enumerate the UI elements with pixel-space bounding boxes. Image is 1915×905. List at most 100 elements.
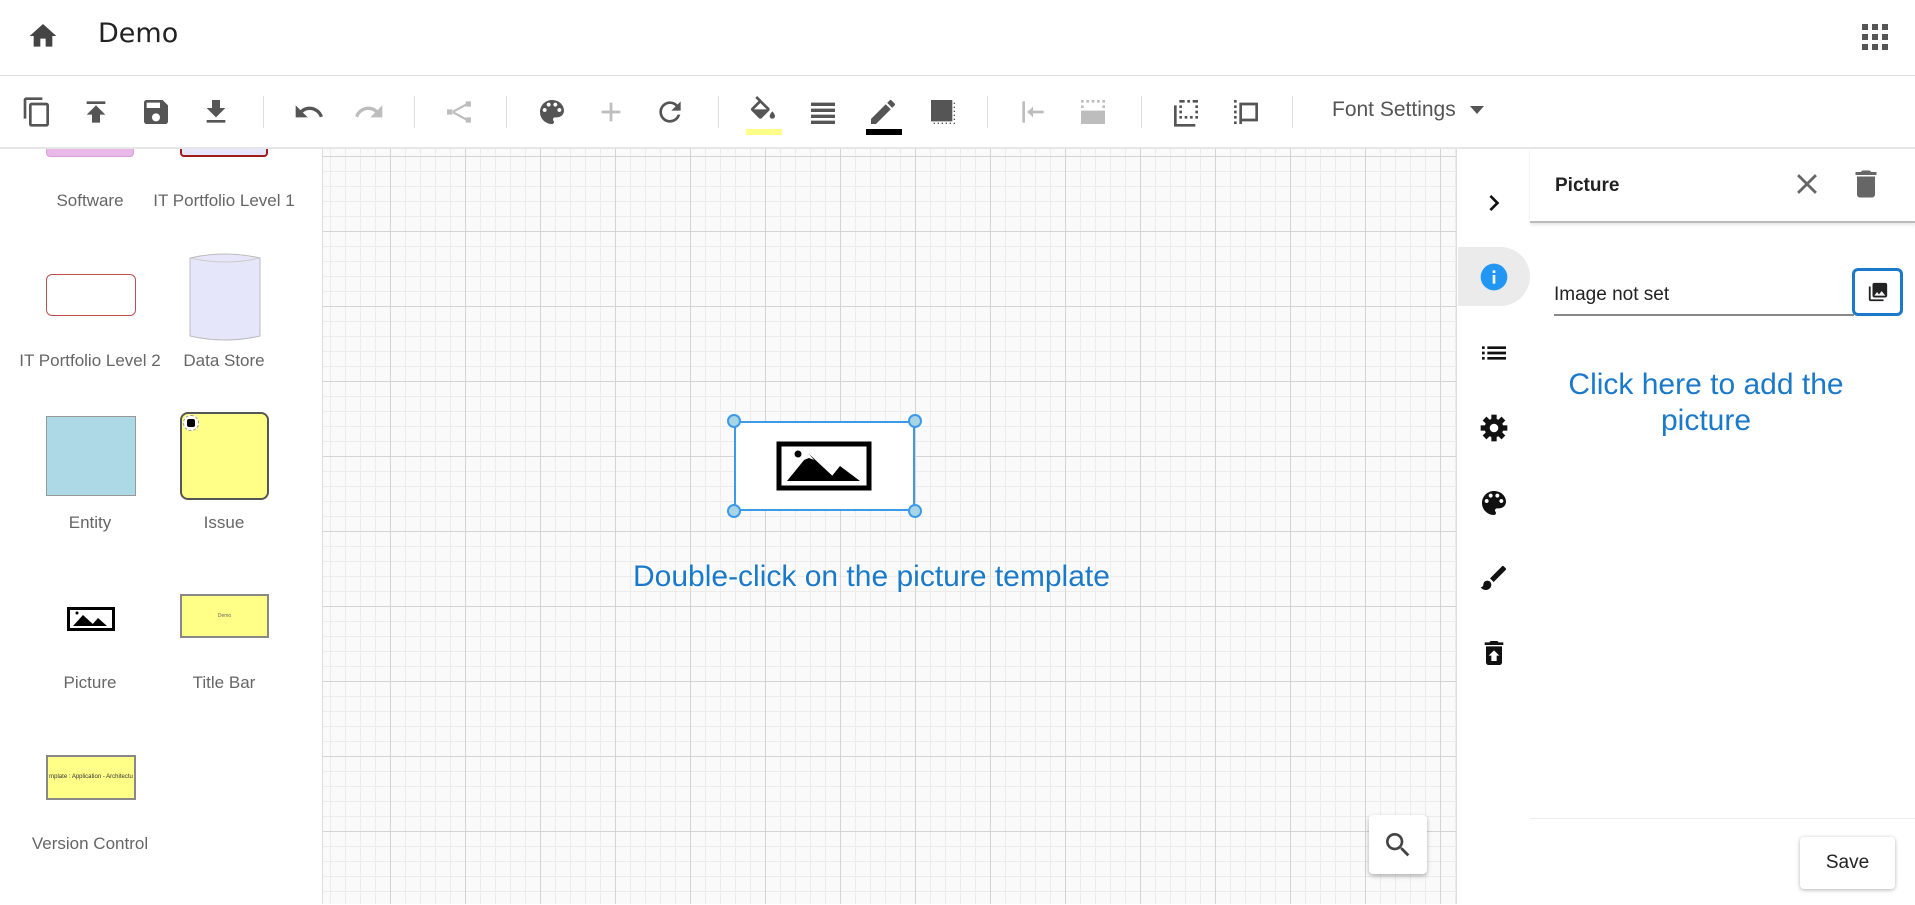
shape-software[interactable] [46,149,134,157]
tab-settings[interactable] [1458,406,1530,450]
align-left-icon [1022,101,1044,123]
font-settings-dropdown[interactable]: Font Settings [1332,98,1484,122]
app-title: Demo [98,18,179,49]
line-style-button[interactable] [806,95,840,129]
home-icon[interactable] [27,20,59,52]
picture-shape-selected[interactable] [727,414,922,518]
brush-icon [1480,565,1507,590]
shadow-button[interactable] [926,95,960,129]
shape-version-control[interactable]: mplate : Application - Architectu [46,755,136,800]
publish-icon [86,101,106,123]
resize-handle-top-left[interactable] [727,414,741,428]
toolbar-divider [414,96,415,128]
download-button[interactable] [199,95,233,129]
send-back-icon [1174,100,1198,127]
line-color-button[interactable] [866,95,902,135]
pencil-icon [871,99,896,124]
settings-icon [1480,414,1508,442]
connector-button[interactable] [442,95,476,129]
rotate-icon [659,101,681,123]
property-tabs-rail [1458,149,1530,905]
toolbar: Font Settings [0,76,1915,149]
panel-header: Picture [1530,149,1915,223]
font-settings-label: Font Settings [1332,98,1456,121]
panel-footer-divider [1530,818,1915,819]
photo-library-icon [1868,282,1887,302]
image-field[interactable]: Image not set [1554,280,1854,316]
palette-icon [1482,491,1506,515]
tab-palette[interactable] [1458,481,1530,525]
align-left-button[interactable] [1016,95,1050,129]
diagram-canvas[interactable]: Double-click on the picture template [322,149,1457,904]
delete-icon[interactable] [1848,166,1884,202]
apps-grid-icon[interactable] [1862,24,1888,50]
panel-annotation: Click here to add the picture [1568,368,1844,437]
copy-button[interactable] [20,95,54,129]
bring-front-button[interactable] [1229,95,1263,129]
toolbar-divider [263,96,264,128]
shape-label: Issue [203,513,245,532]
image-placeholder-icon [776,441,872,491]
caret-down-icon [1469,106,1484,114]
restore-from-trash-icon [1484,641,1504,665]
properties-panel: Picture Image not set Click here to add … [1530,149,1915,905]
redo-icon [355,105,383,118]
tab-chevron-right[interactable] [1458,181,1530,225]
resize-handle-top-right[interactable] [908,414,922,428]
tab-restore-from-trash[interactable] [1458,631,1530,675]
add-icon [601,102,621,122]
resize-handle-bottom-right[interactable] [908,504,922,518]
lines-icon [811,102,835,124]
save-icon [144,100,168,124]
tab-info[interactable] [1458,255,1530,299]
canvas-annotation: Double-click on the picture template [633,560,1110,593]
save-button[interactable] [139,95,173,129]
shape-label: Data Store [183,351,265,370]
shape-label: Software [56,191,124,210]
toolbar-divider [718,96,719,128]
palette-icon [540,100,564,124]
palette-button[interactable] [535,95,569,129]
connector-icon [447,101,471,123]
shape-it-portfolio-level-2[interactable] [46,274,136,316]
redo-button[interactable] [352,95,386,129]
toolbar-divider [1292,96,1293,128]
shape-label: Version Control [31,834,149,853]
info-icon [1480,263,1508,291]
app-header: Demo [0,0,1915,76]
tab-brush[interactable] [1458,556,1530,600]
shape-entity[interactable] [46,416,136,496]
toolbar-divider [506,96,507,128]
shape-label: IT Portfolio Level 2 [19,351,161,370]
chevron-right-icon [1489,195,1500,211]
save-button[interactable]: Save [1800,837,1895,889]
close-icon[interactable] [1790,167,1824,201]
upload-button[interactable] [79,95,113,129]
bg-image-icon [1081,100,1105,124]
add-button[interactable] [594,95,628,129]
zoom-search-button[interactable] [1369,815,1427,874]
fill-color-swatch [746,129,782,135]
shape-data-store[interactable] [189,252,261,342]
undo-icon [295,105,323,118]
toolbar-divider [1141,96,1142,128]
shape-it-portfolio-level-1[interactable] [180,149,268,157]
fill-color-button[interactable] [746,95,782,135]
download-icon [206,100,226,123]
bring-front-icon [1234,100,1258,124]
shape-picture[interactable] [67,607,115,631]
shadow-icon [931,100,955,124]
rotate-button[interactable] [653,95,687,129]
panel-title: Picture [1555,175,1620,196]
background-image-button[interactable] [1076,95,1110,129]
tab-list[interactable] [1458,331,1530,375]
choose-image-button[interactable] [1852,268,1903,316]
copy-icon [23,97,49,127]
shape-issue[interactable] [180,412,269,500]
toolbar-divider [987,96,988,128]
undo-button[interactable] [292,95,326,129]
send-back-button[interactable] [1169,95,1203,129]
line-color-swatch [866,129,902,135]
shape-title-bar[interactable]: Demo [180,594,269,638]
resize-handle-bottom-left[interactable] [727,504,741,518]
